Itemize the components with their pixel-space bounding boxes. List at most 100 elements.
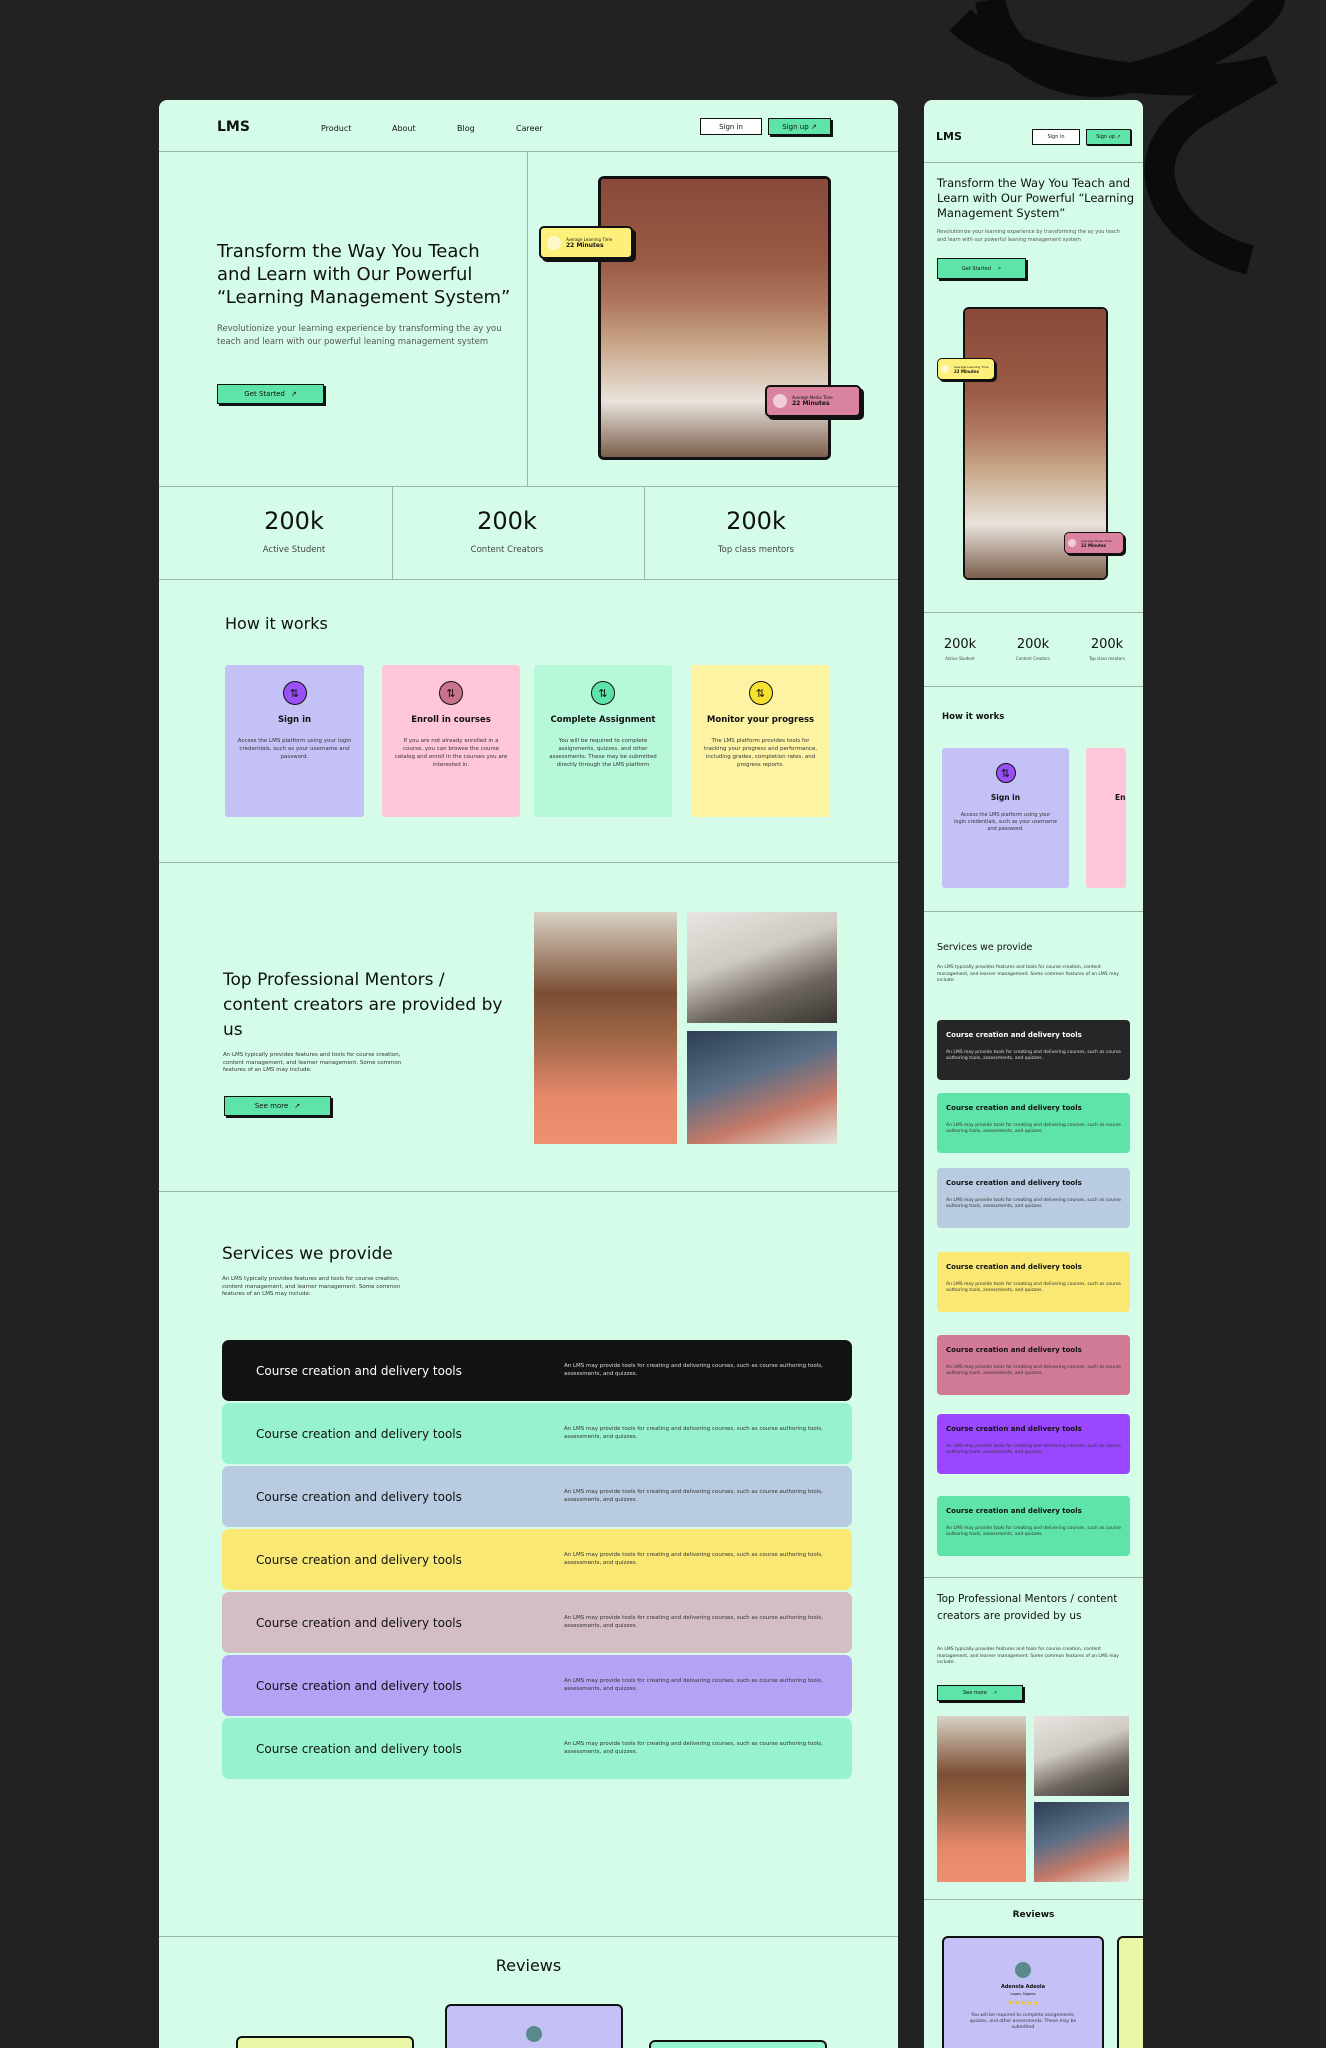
divider xyxy=(924,162,1143,163)
how-it-works-title: How it works xyxy=(225,614,328,633)
review-card xyxy=(236,2036,414,2048)
service-item[interactable]: Course creation and delivery tools An LMS… xyxy=(222,1340,852,1401)
how-it-works-section: How it works ⇅ Sign in Access the LMS pl… xyxy=(159,580,898,863)
how-card-progress: ⇅ Monitor your progress The LMS platform… xyxy=(691,665,830,817)
how-card-sign-in: ⇅ Sign in Access the LMS platform using … xyxy=(225,665,364,817)
mentors-title: Top Professional Mentors / content creat… xyxy=(223,970,503,1040)
mobile-review-card xyxy=(1117,1936,1143,2048)
mobile-service-item[interactable]: Course creation and delivery tools An LMS… xyxy=(937,1093,1130,1153)
service-item[interactable]: Course creation and delivery tools An LMS… xyxy=(222,1403,852,1464)
service-desc: An LMS may provide tools for creating an… xyxy=(946,1282,1121,1293)
mobile-services-title: Services we provide xyxy=(937,942,1033,953)
badge-learning-label: Average Learning Time xyxy=(954,364,989,369)
stat-label: Content Creators xyxy=(1015,656,1051,661)
service-desc: An LMS may provide tools for creating an… xyxy=(946,1198,1121,1209)
badge-learning-value: 22 Minutes xyxy=(954,368,980,374)
badge-media-value: 22 Minutes xyxy=(1081,542,1107,548)
stat-number: 200k xyxy=(943,637,977,652)
stat-number: 200k xyxy=(1090,637,1124,652)
mentors-subtitle: An LMS typically provides features and t… xyxy=(223,1052,402,1073)
service-title: Course creation and delivery tools xyxy=(946,1507,1082,1515)
service-desc: An LMS may provide tools for creating an… xyxy=(564,1552,823,1566)
stat-label: Top class mentors xyxy=(1089,656,1125,661)
card-desc: You will be required to complete assignm… xyxy=(549,738,657,768)
nav-link-blog[interactable]: Blog xyxy=(457,124,516,133)
divider xyxy=(924,911,1143,912)
card-desc: Access the LMS platform using your login… xyxy=(237,738,352,760)
review-card xyxy=(649,2040,827,2048)
mobile-get-started-button[interactable]: Get Started ↗ xyxy=(937,258,1026,279)
stat-active-students: 200k Active Student xyxy=(219,487,369,580)
avatar xyxy=(1015,1962,1031,1978)
service-title: Course creation and delivery tools xyxy=(256,1489,462,1504)
mentoring-session-image xyxy=(687,1031,837,1144)
service-title: Course creation and delivery tools xyxy=(946,1031,1082,1039)
top-navbar: LMS Product About Blog Career Sign in Si… xyxy=(159,100,898,152)
service-item[interactable]: Course creation and delivery tools An LMS… xyxy=(222,1592,852,1653)
mobile-how-card-enroll: Enroll in courses xyxy=(1086,748,1126,888)
get-started-button[interactable]: Get Started ↗ xyxy=(217,384,324,404)
badge-media-time: Average Media Time 22 Minutes xyxy=(765,385,861,417)
signin-button[interactable]: Sign in xyxy=(700,118,762,135)
hero-divider xyxy=(527,152,528,487)
mobile-signin-button[interactable]: Sign in xyxy=(1032,129,1080,145)
mobile-service-item[interactable]: Course creation and delivery tools An LMS… xyxy=(937,1414,1130,1474)
service-desc: An LMS may provide tools for creating an… xyxy=(564,1426,823,1440)
stat-top-mentors: 200k Top class mentors xyxy=(681,487,831,580)
hero-section: Transform the Way You Teach and Learn wi… xyxy=(159,152,898,487)
mobile-signup-button[interactable]: Sign up ↗ xyxy=(1086,129,1131,145)
path-icon: ⇅ xyxy=(995,763,1016,783)
mentors-section: Top Professional Mentors / content creat… xyxy=(159,863,898,1192)
service-item[interactable]: Course creation and delivery tools An LMS… xyxy=(222,1529,852,1590)
mobile-stat: 200k Top class mentors xyxy=(1077,637,1137,661)
badge-media-label: Average Media Time xyxy=(1081,538,1112,543)
mobile-service-item[interactable]: Course creation and delivery tools An LMS… xyxy=(937,1335,1130,1395)
mobile-reviews-title: Reviews xyxy=(1012,1910,1055,1920)
avatar xyxy=(526,2026,542,2042)
service-item[interactable]: Course creation and delivery tools An LMS… xyxy=(222,1718,852,1779)
nav-link-product[interactable]: Product xyxy=(321,124,392,133)
service-item[interactable]: Course creation and delivery tools An LMS… xyxy=(222,1466,852,1527)
mobile-see-more-button[interactable]: See more ↗ xyxy=(937,1685,1023,1701)
mobile-badge-media: Average Media Time 22 Minutes xyxy=(1064,532,1124,554)
service-title: Course creation and delivery tools xyxy=(946,1179,1082,1187)
mobile-badge-learning: Average Learning Time 22 Minutes xyxy=(937,358,995,380)
badge-media-value: 22 Minutes xyxy=(792,400,830,407)
clock-icon xyxy=(547,235,561,250)
arrow-up-right-icon: ↗ xyxy=(294,1102,301,1110)
mobile-service-item[interactable]: Course creation and delivery tools An LMS… xyxy=(937,1252,1130,1312)
badge-learning-value: 22 Minutes xyxy=(566,241,604,249)
signup-button[interactable]: Sign up ↗ xyxy=(768,118,831,135)
service-title: Course creation and delivery tools xyxy=(946,1425,1082,1433)
service-title: Course creation and delivery tools xyxy=(256,1678,462,1693)
how-card-enroll: ⇅ Enroll in courses If you are not alrea… xyxy=(382,665,520,817)
stat-label: Active Student xyxy=(262,545,326,555)
mobile-mentors-subtitle: An LMS typically provides features and t… xyxy=(937,1647,1119,1665)
see-more-button[interactable]: See more ↗ xyxy=(224,1096,331,1116)
service-item[interactable]: Course creation and delivery tools An LMS… xyxy=(222,1655,852,1716)
mobile-logo[interactable]: LMS xyxy=(936,130,962,143)
reviews-section: Reviews xyxy=(159,1938,898,2048)
mobile-page: LMS Sign in Sign up ↗ Transform the Way … xyxy=(924,100,1143,2048)
reviews-title: Reviews xyxy=(495,1956,562,1975)
mobile-how-title: How it works xyxy=(942,712,1005,722)
divider xyxy=(924,1577,1143,1578)
path-icon: ⇅ xyxy=(591,681,615,705)
nav-links: Product About Blog Career xyxy=(321,124,566,133)
mobile-service-item[interactable]: Course creation and delivery tools An LMS… xyxy=(937,1496,1130,1556)
stat-label: Top class mentors xyxy=(717,545,795,555)
nav-link-about[interactable]: About xyxy=(392,124,457,133)
mobile-hero-subtitle: Revolutionize your learning experience b… xyxy=(937,229,1121,243)
card-title: Complete Assignment xyxy=(550,715,656,725)
card-title: Sign in xyxy=(990,793,1021,802)
mobile-service-item[interactable]: Course creation and delivery tools An LMS… xyxy=(937,1020,1130,1080)
star-rating: ★★★★★ xyxy=(1007,1999,1039,2007)
mobile-service-item[interactable]: Course creation and delivery tools An LMS… xyxy=(937,1168,1130,1228)
divider xyxy=(924,612,1143,613)
logo[interactable]: LMS xyxy=(217,119,250,135)
service-desc: An LMS may provide tools for creating an… xyxy=(564,1678,823,1692)
path-icon: ⇅ xyxy=(282,681,307,705)
nav-link-career[interactable]: Career xyxy=(516,124,566,133)
mobile-mentor-portrait xyxy=(937,1716,1026,1882)
mobile-mentors-title: Top Professional Mentors / content creat… xyxy=(937,1593,1118,1622)
